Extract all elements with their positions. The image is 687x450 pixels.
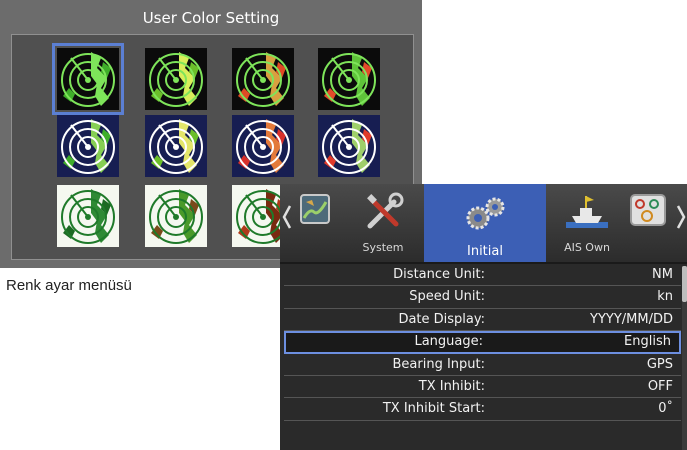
setting-value[interactable]: NM [652,267,673,282]
tools-icon [367,192,404,229]
setting-label: Bearing Input: [392,356,485,372]
setting-row[interactable]: Language: English [284,331,681,354]
setting-label: Distance Unit: [393,267,485,282]
settings-menu: System Initial AIS Own Distance Unit: NM… [280,184,687,450]
color-theme-thumbnail[interactable] [232,48,294,110]
color-theme-thumbnail[interactable] [318,115,380,177]
ship-icon [566,196,608,228]
setting-value[interactable]: GPS [647,357,673,372]
panel-title: User Color Setting [142,9,280,27]
tab-initial[interactable]: Initial [424,184,546,262]
scrollbar[interactable] [682,266,687,450]
color-theme-thumbnail[interactable] [57,115,119,177]
setting-row[interactable]: Bearing Input: GPS [284,354,681,376]
gears-icon [466,197,505,230]
caption: Renk ayar menüsü [6,277,132,294]
chart-icon [300,194,330,224]
setting-value[interactable]: English [624,334,671,349]
setting-row[interactable]: Speed Unit: kn [284,286,681,309]
setting-row[interactable]: TX Inhibit Start: 0˚ [284,398,681,421]
tab-system[interactable]: System [348,184,418,262]
color-theme-thumbnail[interactable] [57,185,119,247]
setting-value[interactable]: 0˚ [658,401,673,416]
setting-label: Language: [414,334,483,350]
gauge-icon [630,194,666,226]
color-theme-thumbnail[interactable] [145,115,207,177]
tab-initial-label: Initial [467,244,503,259]
color-theme-thumbnail[interactable] [232,115,294,177]
setting-label: TX Inhibit: [418,378,485,394]
color-theme-thumbnail[interactable] [145,48,207,110]
tab-ais-own-label: AIS Own [564,241,610,254]
setting-row[interactable]: Distance Unit: NM [284,264,681,287]
color-theme-thumbnail[interactable] [52,43,124,115]
color-theme-thumbnail[interactable] [318,48,380,110]
setting-value[interactable]: OFF [648,379,673,394]
setting-label: Speed Unit: [409,289,485,305]
tab-bar: System Initial AIS Own [280,184,687,264]
scrollbar-thumb[interactable] [682,266,687,302]
settings-list: Distance Unit: NM Speed Unit: kn Date Displa… [284,264,681,421]
chevron-right-icon[interactable] [675,202,687,232]
setting-value[interactable]: kn [657,289,673,304]
setting-value[interactable]: YYYY/MM/DD [590,312,673,327]
color-theme-thumbnail[interactable] [145,185,207,247]
tab-gauge[interactable] [626,184,670,262]
setting-label: Date Display: [398,311,485,327]
setting-label: TX Inhibit Start: [382,401,485,417]
chevron-left-icon[interactable] [281,202,293,232]
tab-chart[interactable] [294,184,334,262]
tab-system-label: System [362,241,404,254]
setting-row[interactable]: Date Display: YYYY/MM/DD [284,309,681,332]
setting-row[interactable]: TX Inhibit: OFF [284,376,681,399]
tab-ais-own[interactable]: AIS Own [552,184,622,262]
